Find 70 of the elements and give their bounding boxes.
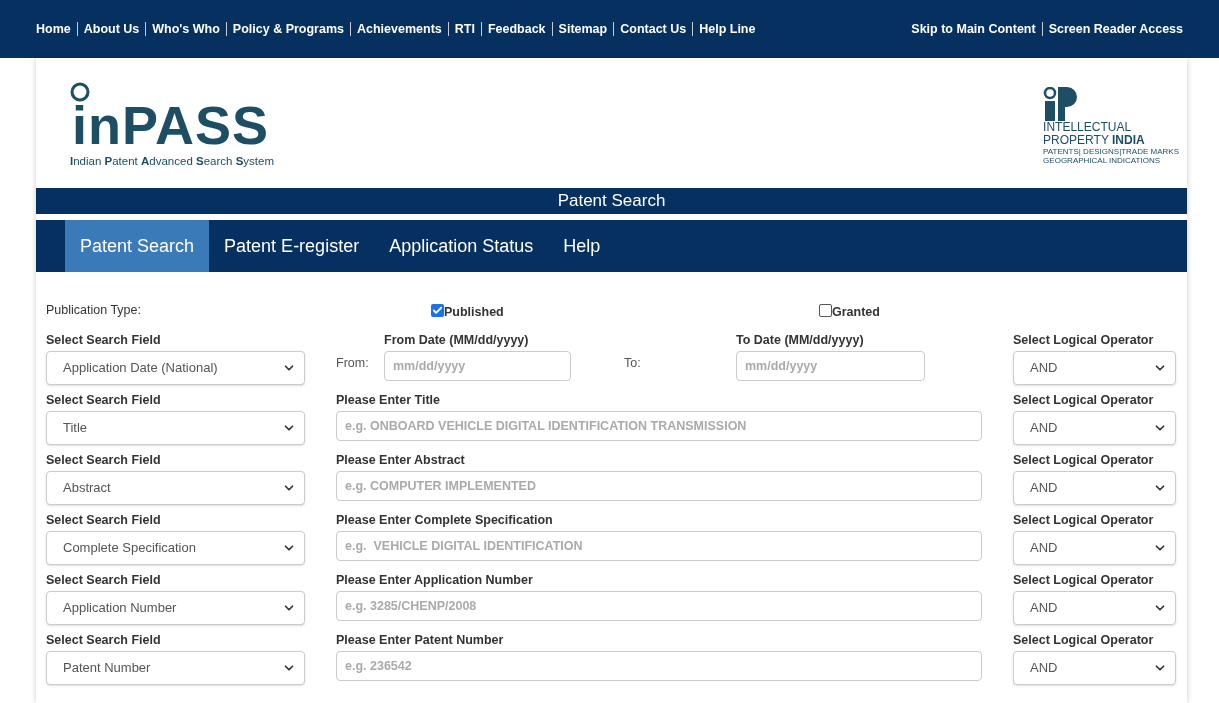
field-label: Select Logical Operator — [1013, 512, 1155, 529]
nav-link[interactable]: Policy & Programs — [232, 19, 344, 39]
field-label: To Date (MM/dd/yyyy) — [736, 332, 865, 349]
operator-select[interactable]: AND — [1013, 531, 1176, 565]
field-label: To: — [624, 355, 642, 372]
field-label: Please Enter Patent Number — [336, 632, 505, 649]
tab[interactable]: Help — [548, 220, 616, 272]
ip-logo-icon — [1043, 87, 1080, 121]
field-label: Select Search Field — [46, 452, 162, 469]
operator-select[interactable]: AND — [1013, 351, 1176, 385]
nav-link[interactable]: Who's Who — [152, 19, 220, 39]
field-label: Select Logical Operator — [1013, 392, 1155, 409]
input-field[interactable]: e.g. COMPUTER IMPLEMENTED — [336, 471, 982, 501]
field-label: Please Enter Application Number — [336, 572, 534, 589]
date-field[interactable]: mm/dd/yyyy — [736, 351, 925, 381]
nav-link[interactable]: Help Line — [699, 19, 756, 39]
nav-link[interactable]: Contact Us — [620, 19, 687, 39]
operator-select[interactable]: AND — [1013, 651, 1176, 685]
field-label: Please Enter Title — [336, 392, 441, 409]
search-field-select[interactable]: Complete Specification — [46, 531, 305, 565]
logo-wordmark: inPASS — [72, 97, 270, 154]
input-field[interactable]: e.g. VEHICLE DIGITAL IDENTIFICATION — [336, 531, 982, 561]
nav-link[interactable]: Feedback — [487, 19, 546, 39]
nav-link[interactable]: Home — [36, 19, 71, 39]
input-field[interactable]: e.g. 3285/CHENP/2008 — [336, 591, 982, 621]
nav-link[interactable]: Sitemap — [558, 19, 608, 39]
field-label: Select Search Field — [46, 632, 162, 649]
search-field-select[interactable]: Abstract — [46, 471, 305, 505]
nav-link[interactable]: Achievements — [357, 19, 442, 39]
field-label: Select Search Field — [46, 512, 162, 529]
tab[interactable]: Patent Search — [65, 220, 210, 272]
field-label: Select Search Field — [46, 392, 162, 409]
field-label: Select Logical Operator — [1013, 632, 1155, 649]
input-field[interactable]: e.g. ONBOARD VEHICLE DIGITAL IDENTIFICATION TRANSMISSION — [336, 411, 982, 441]
ip-logo-text: INTELLECTUAL — [1043, 121, 1132, 134]
page-title: Patent Search — [557, 190, 666, 213]
checkbox-label: Published — [444, 303, 504, 321]
nav-link[interactable]: About Us — [83, 19, 140, 39]
operator-select[interactable]: AND — [1013, 591, 1176, 625]
field-label: Select Logical Operator — [1013, 452, 1155, 469]
ip-logo-text: PATENTS| DESIGNS|TRADE MARKS — [1043, 147, 1179, 156]
field-label: Please Enter Complete Specification — [336, 512, 554, 529]
field-label: Select Logical Operator — [1013, 332, 1155, 349]
checkbox[interactable] — [819, 303, 832, 317]
field-label: Select Logical Operator — [1013, 572, 1155, 589]
field-label: Select Search Field — [46, 332, 162, 349]
field-label: From Date (MM/dd/yyyy) — [384, 332, 530, 349]
check-icon — [432, 304, 443, 316]
input-field[interactable]: e.g. 236542 — [336, 651, 982, 681]
search-field-select[interactable]: Title — [46, 411, 305, 445]
date-field[interactable]: mm/dd/yyyy — [384, 351, 571, 381]
field-label: From: — [336, 355, 370, 372]
operator-select[interactable]: AND — [1013, 411, 1176, 445]
field-label: Select Search Field — [46, 572, 162, 589]
accessibility-link[interactable]: Screen Reader Access — [1048, 19, 1183, 39]
ip-logo-text: GEOGRAPHICAL INDICATIONS — [1043, 156, 1160, 165]
nav-link[interactable]: RTI — [454, 19, 475, 39]
operator-select[interactable]: AND — [1013, 471, 1176, 505]
checkbox[interactable] — [431, 303, 444, 317]
search-field-select[interactable]: Patent Number — [46, 651, 305, 685]
search-field-select[interactable]: Application Number — [46, 591, 305, 625]
ip-logo-text: PROPERTY INDIA — [1043, 134, 1145, 147]
logo-subtitle: Indian Patent Advanced Search System — [70, 154, 274, 170]
checkbox-label: Granted — [832, 303, 880, 321]
search-field-select[interactable]: Application Date (National) — [46, 351, 305, 385]
tab[interactable]: Application Status — [374, 220, 549, 272]
field-label: Publication Type: — [46, 301, 142, 319]
field-label: Please Enter Abstract — [336, 452, 466, 469]
tab[interactable]: Patent E-register — [209, 220, 375, 272]
accessibility-link[interactable]: Skip to Main Content — [911, 19, 1036, 39]
